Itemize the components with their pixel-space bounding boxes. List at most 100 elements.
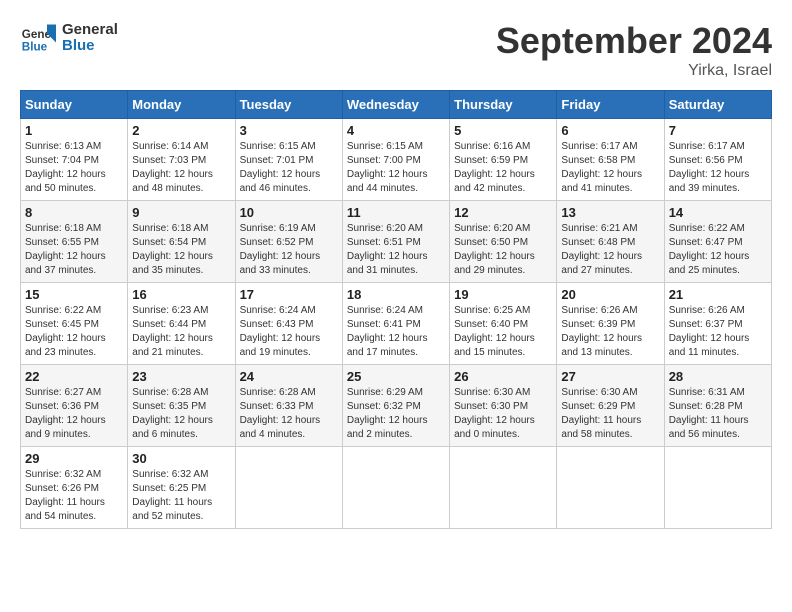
location: Yirka, Israel <box>496 62 772 80</box>
calendar-day-cell: 18 Sunrise: 6:24 AMSunset: 6:41 PMDaylig… <box>342 283 449 365</box>
calendar-day-cell: 26 Sunrise: 6:30 AMSunset: 6:30 PMDaylig… <box>450 365 557 447</box>
svg-text:Blue: Blue <box>22 41 48 54</box>
calendar-day-cell: 23 Sunrise: 6:28 AMSunset: 6:35 PMDaylig… <box>128 365 235 447</box>
calendar-day-cell: 24 Sunrise: 6:28 AMSunset: 6:33 PMDaylig… <box>235 365 342 447</box>
day-of-week-header: Sunday <box>21 91 128 119</box>
calendar-day-cell <box>557 447 664 529</box>
calendar-week-row: 22 Sunrise: 6:27 AMSunset: 6:36 PMDaylig… <box>21 365 772 447</box>
day-number: 3 <box>240 123 338 138</box>
calendar-day-cell: 9 Sunrise: 6:18 AMSunset: 6:54 PMDayligh… <box>128 201 235 283</box>
calendar-day-cell: 28 Sunrise: 6:31 AMSunset: 6:28 PMDaylig… <box>664 365 771 447</box>
day-number: 14 <box>669 205 767 220</box>
day-info: Sunrise: 6:26 AMSunset: 6:39 PMDaylight:… <box>561 305 642 358</box>
day-info: Sunrise: 6:32 AMSunset: 6:26 PMDaylight:… <box>25 469 105 522</box>
calendar-day-cell: 7 Sunrise: 6:17 AMSunset: 6:56 PMDayligh… <box>664 119 771 201</box>
logo-blue-text: Blue <box>62 38 118 55</box>
day-of-week-header: Saturday <box>664 91 771 119</box>
calendar-day-cell: 27 Sunrise: 6:30 AMSunset: 6:29 PMDaylig… <box>557 365 664 447</box>
calendar-day-cell: 16 Sunrise: 6:23 AMSunset: 6:44 PMDaylig… <box>128 283 235 365</box>
day-info: Sunrise: 6:17 AMSunset: 6:58 PMDaylight:… <box>561 141 642 194</box>
day-number: 26 <box>454 369 552 384</box>
day-info: Sunrise: 6:30 AMSunset: 6:29 PMDaylight:… <box>561 387 641 440</box>
day-info: Sunrise: 6:27 AMSunset: 6:36 PMDaylight:… <box>25 387 106 440</box>
calendar-day-cell: 12 Sunrise: 6:20 AMSunset: 6:50 PMDaylig… <box>450 201 557 283</box>
calendar-header: SundayMondayTuesdayWednesdayThursdayFrid… <box>21 91 772 119</box>
day-info: Sunrise: 6:13 AMSunset: 7:04 PMDaylight:… <box>25 141 106 194</box>
calendar-day-cell <box>342 447 449 529</box>
day-info: Sunrise: 6:26 AMSunset: 6:37 PMDaylight:… <box>669 305 750 358</box>
day-info: Sunrise: 6:18 AMSunset: 6:54 PMDaylight:… <box>132 223 213 276</box>
day-number: 28 <box>669 369 767 384</box>
calendar-day-cell: 5 Sunrise: 6:16 AMSunset: 6:59 PMDayligh… <box>450 119 557 201</box>
day-number: 18 <box>347 287 445 302</box>
day-number: 13 <box>561 205 659 220</box>
calendar-day-cell: 11 Sunrise: 6:20 AMSunset: 6:51 PMDaylig… <box>342 201 449 283</box>
day-info: Sunrise: 6:15 AMSunset: 7:00 PMDaylight:… <box>347 141 428 194</box>
day-info: Sunrise: 6:29 AMSunset: 6:32 PMDaylight:… <box>347 387 428 440</box>
day-number: 25 <box>347 369 445 384</box>
calendar-day-cell: 2 Sunrise: 6:14 AMSunset: 7:03 PMDayligh… <box>128 119 235 201</box>
day-of-week-header: Tuesday <box>235 91 342 119</box>
day-number: 24 <box>240 369 338 384</box>
calendar-day-cell: 10 Sunrise: 6:19 AMSunset: 6:52 PMDaylig… <box>235 201 342 283</box>
day-number: 21 <box>669 287 767 302</box>
day-number: 17 <box>240 287 338 302</box>
calendar-day-cell: 22 Sunrise: 6:27 AMSunset: 6:36 PMDaylig… <box>21 365 128 447</box>
logo: General Blue General Blue <box>20 20 118 56</box>
day-info: Sunrise: 6:15 AMSunset: 7:01 PMDaylight:… <box>240 141 321 194</box>
day-number: 5 <box>454 123 552 138</box>
day-number: 12 <box>454 205 552 220</box>
day-info: Sunrise: 6:24 AMSunset: 6:41 PMDaylight:… <box>347 305 428 358</box>
day-number: 19 <box>454 287 552 302</box>
day-number: 15 <box>25 287 123 302</box>
calendar-day-cell: 6 Sunrise: 6:17 AMSunset: 6:58 PMDayligh… <box>557 119 664 201</box>
calendar-day-cell: 21 Sunrise: 6:26 AMSunset: 6:37 PMDaylig… <box>664 283 771 365</box>
day-info: Sunrise: 6:28 AMSunset: 6:35 PMDaylight:… <box>132 387 213 440</box>
calendar-day-cell: 20 Sunrise: 6:26 AMSunset: 6:39 PMDaylig… <box>557 283 664 365</box>
day-info: Sunrise: 6:18 AMSunset: 6:55 PMDaylight:… <box>25 223 106 276</box>
day-info: Sunrise: 6:14 AMSunset: 7:03 PMDaylight:… <box>132 141 213 194</box>
calendar-day-cell <box>664 447 771 529</box>
calendar-table: SundayMondayTuesdayWednesdayThursdayFrid… <box>20 90 772 529</box>
day-number: 23 <box>132 369 230 384</box>
calendar-week-row: 8 Sunrise: 6:18 AMSunset: 6:55 PMDayligh… <box>21 201 772 283</box>
page-header: General Blue General Blue September 2024… <box>20 20 772 80</box>
calendar-day-cell: 1 Sunrise: 6:13 AMSunset: 7:04 PMDayligh… <box>21 119 128 201</box>
day-number: 2 <box>132 123 230 138</box>
calendar-day-cell: 29 Sunrise: 6:32 AMSunset: 6:26 PMDaylig… <box>21 447 128 529</box>
day-info: Sunrise: 6:24 AMSunset: 6:43 PMDaylight:… <box>240 305 321 358</box>
calendar-day-cell <box>235 447 342 529</box>
calendar-week-row: 29 Sunrise: 6:32 AMSunset: 6:26 PMDaylig… <box>21 447 772 529</box>
day-info: Sunrise: 6:20 AMSunset: 6:51 PMDaylight:… <box>347 223 428 276</box>
day-info: Sunrise: 6:23 AMSunset: 6:44 PMDaylight:… <box>132 305 213 358</box>
day-info: Sunrise: 6:16 AMSunset: 6:59 PMDaylight:… <box>454 141 535 194</box>
day-number: 9 <box>132 205 230 220</box>
day-info: Sunrise: 6:22 AMSunset: 6:45 PMDaylight:… <box>25 305 106 358</box>
day-number: 11 <box>347 205 445 220</box>
calendar-day-cell: 25 Sunrise: 6:29 AMSunset: 6:32 PMDaylig… <box>342 365 449 447</box>
calendar-day-cell: 17 Sunrise: 6:24 AMSunset: 6:43 PMDaylig… <box>235 283 342 365</box>
day-number: 29 <box>25 451 123 466</box>
day-info: Sunrise: 6:21 AMSunset: 6:48 PMDaylight:… <box>561 223 642 276</box>
calendar-week-row: 1 Sunrise: 6:13 AMSunset: 7:04 PMDayligh… <box>21 119 772 201</box>
calendar-body: 1 Sunrise: 6:13 AMSunset: 7:04 PMDayligh… <box>21 119 772 529</box>
calendar-day-cell: 15 Sunrise: 6:22 AMSunset: 6:45 PMDaylig… <box>21 283 128 365</box>
calendar-week-row: 15 Sunrise: 6:22 AMSunset: 6:45 PMDaylig… <box>21 283 772 365</box>
logo-icon: General Blue <box>20 20 56 56</box>
day-of-week-header: Friday <box>557 91 664 119</box>
day-of-week-header: Monday <box>128 91 235 119</box>
calendar-day-cell: 19 Sunrise: 6:25 AMSunset: 6:40 PMDaylig… <box>450 283 557 365</box>
day-info: Sunrise: 6:22 AMSunset: 6:47 PMDaylight:… <box>669 223 750 276</box>
calendar-day-cell <box>450 447 557 529</box>
day-number: 22 <box>25 369 123 384</box>
day-of-week-header: Wednesday <box>342 91 449 119</box>
calendar-day-cell: 14 Sunrise: 6:22 AMSunset: 6:47 PMDaylig… <box>664 201 771 283</box>
day-info: Sunrise: 6:32 AMSunset: 6:25 PMDaylight:… <box>132 469 212 522</box>
day-info: Sunrise: 6:19 AMSunset: 6:52 PMDaylight:… <box>240 223 321 276</box>
day-info: Sunrise: 6:30 AMSunset: 6:30 PMDaylight:… <box>454 387 535 440</box>
day-info: Sunrise: 6:17 AMSunset: 6:56 PMDaylight:… <box>669 141 750 194</box>
logo-general-text: General <box>62 22 118 39</box>
calendar-day-cell: 4 Sunrise: 6:15 AMSunset: 7:00 PMDayligh… <box>342 119 449 201</box>
day-number: 27 <box>561 369 659 384</box>
day-number: 8 <box>25 205 123 220</box>
